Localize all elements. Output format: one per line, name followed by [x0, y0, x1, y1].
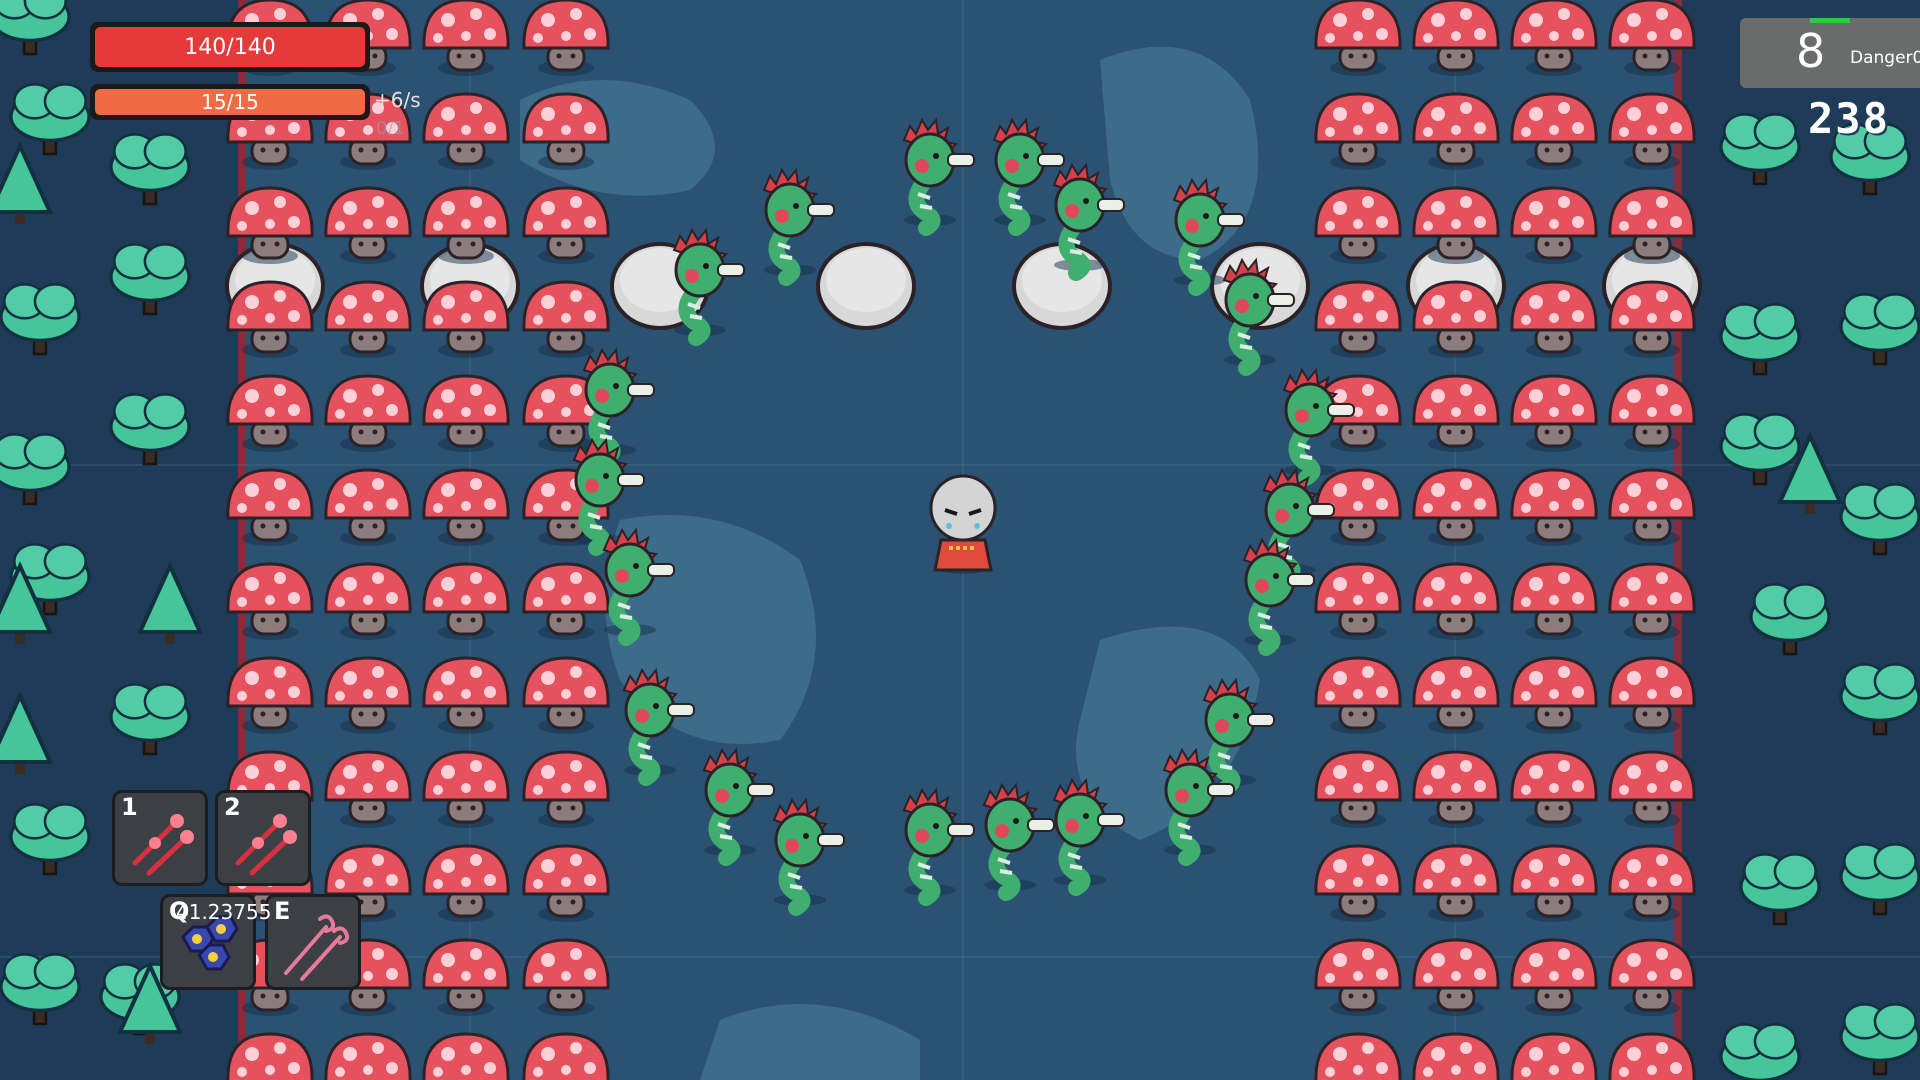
tree	[1719, 1022, 1801, 1080]
skill-key-e: E	[274, 897, 291, 925]
skill-slot-q[interactable]: Q	[160, 894, 256, 990]
danger-panel: 8 Danger0	[1740, 18, 1920, 88]
health-text: 140/140	[184, 34, 276, 60]
player-character[interactable]	[929, 474, 997, 574]
danger-progress	[1810, 18, 1850, 23]
mana-text: 15/15	[201, 90, 259, 114]
skill-slot-1[interactable]: 1	[112, 790, 208, 886]
mana-bar: 15/15	[90, 84, 370, 120]
skill-slot-e[interactable]: E	[265, 894, 361, 990]
skill-slot-2[interactable]: 2	[215, 790, 311, 886]
boulder	[816, 242, 916, 330]
skill-key-1: 1	[121, 793, 138, 821]
danger-level: 8	[1796, 24, 1826, 78]
health-bar: 140/140	[90, 22, 370, 72]
skill-key-2: 2	[224, 793, 241, 821]
boulder	[1012, 242, 1112, 330]
skill-key-q: Q	[169, 897, 190, 925]
danger-label: Danger0	[1850, 48, 1920, 68]
